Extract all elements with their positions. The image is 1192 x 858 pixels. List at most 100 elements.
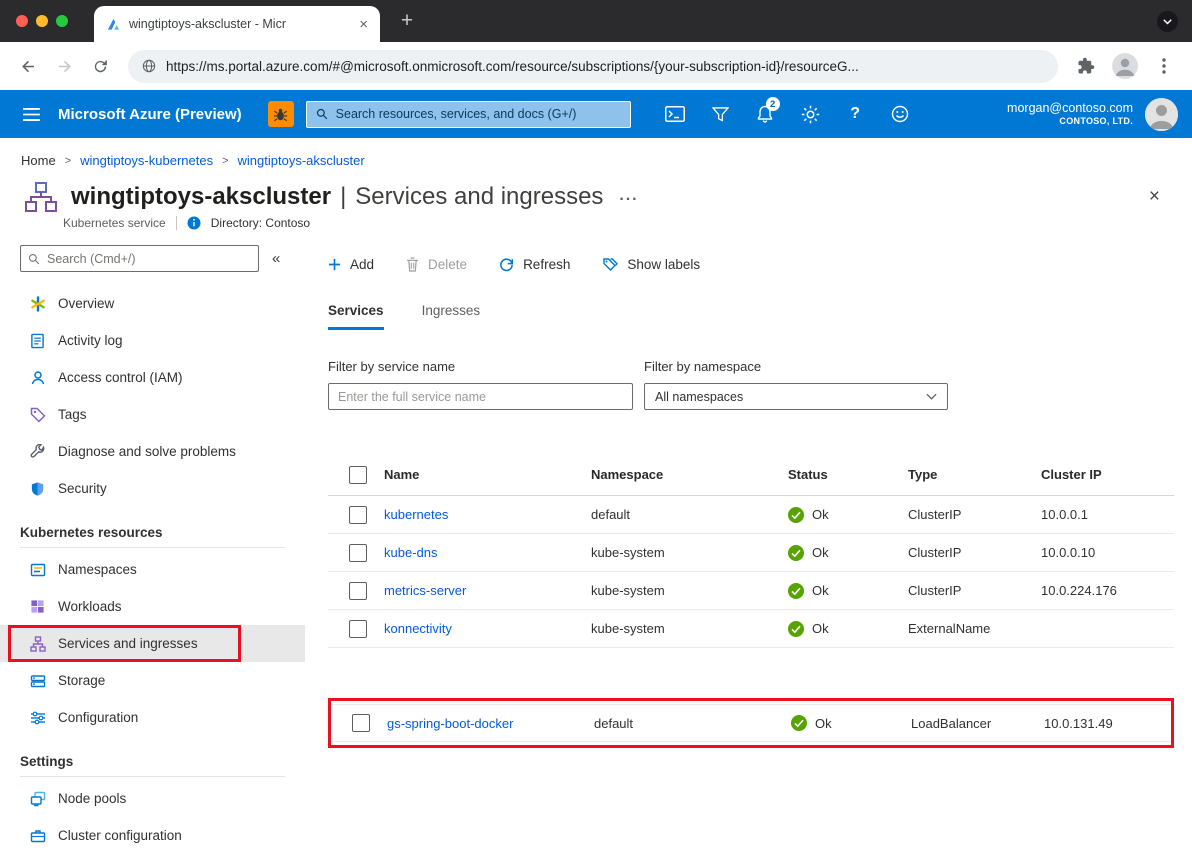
feedback-smiley-icon[interactable] — [878, 90, 923, 138]
status-label: Ok — [812, 545, 829, 560]
settings-gear-icon[interactable] — [788, 90, 833, 138]
info-icon[interactable] — [187, 216, 201, 230]
notifications-bell-icon[interactable]: 2 — [743, 90, 788, 138]
add-button[interactable]: Add — [328, 257, 374, 272]
sidebar-item-configuration[interactable]: Configuration — [0, 699, 305, 736]
select-all-checkbox[interactable] — [349, 466, 367, 484]
sidebar-collapse-button[interactable]: « — [272, 250, 280, 267]
sidebar-item-label: Access control (IAM) — [58, 370, 183, 385]
window-zoom-button[interactable] — [56, 15, 68, 27]
cloud-shell-icon[interactable] — [653, 90, 698, 138]
back-icon[interactable] — [12, 50, 44, 82]
row-checkbox[interactable] — [349, 620, 367, 638]
azure-search-bar[interactable] — [306, 101, 631, 128]
row-checkbox[interactable] — [349, 582, 367, 600]
namespace-dropdown[interactable]: All namespaces — [644, 383, 948, 410]
show-labels-button[interactable]: Show labels — [602, 257, 700, 273]
sidebar-section-kubernetes-resources: Kubernetes resources — [0, 507, 305, 547]
service-name-link[interactable]: kube-dns — [384, 545, 591, 560]
window-minimize-button[interactable] — [36, 15, 48, 27]
annotation-box-row: gs-spring-boot-docker default Ok LoadBal… — [328, 698, 1174, 748]
hamburger-menu-icon[interactable] — [14, 90, 48, 138]
sidebar-search-input[interactable] — [47, 252, 251, 266]
service-name-filter-input[interactable] — [328, 383, 633, 410]
blade-content: Add Delete Refresh Show labels — [305, 245, 1192, 854]
service-name-link[interactable]: kubernetes — [384, 507, 591, 522]
column-header-cluster-ip: Cluster IP — [1041, 467, 1174, 482]
title-overflow-menu[interactable]: ··· — [619, 185, 638, 209]
window-close-button[interactable] — [16, 15, 28, 27]
sidebar-item-activity-log[interactable]: Activity log — [0, 322, 305, 359]
sidebar-item-overview[interactable]: Overview — [0, 285, 305, 322]
browser-menu-chevron-icon[interactable] — [1157, 11, 1178, 32]
pivot-tabs: Services Ingresses — [328, 303, 1174, 330]
sidebar-item-namespaces[interactable]: Namespaces — [0, 551, 305, 588]
wrench-icon — [30, 444, 47, 460]
sidebar-item-label: Configuration — [58, 710, 138, 725]
tab-ingresses[interactable]: Ingresses — [422, 303, 481, 330]
account-avatar[interactable] — [1145, 98, 1178, 131]
breadcrumb-resource-group[interactable]: wingtiptoys-kubernetes — [80, 153, 213, 168]
delete-button[interactable]: Delete — [406, 257, 467, 272]
row-checkbox[interactable] — [349, 544, 367, 562]
azure-brand[interactable]: Microsoft Azure (Preview) — [58, 106, 242, 123]
tags-icon — [30, 407, 47, 423]
status-label: Ok — [815, 716, 832, 731]
sidebar-item-cluster-configuration[interactable]: Cluster configuration — [0, 817, 305, 854]
account-menu[interactable]: morgan@contoso.com CONTOSO, LTD. — [1007, 100, 1133, 128]
new-tab-button[interactable]: + — [394, 8, 420, 34]
status-cell: Ok — [788, 621, 908, 637]
labels-icon — [602, 257, 618, 273]
refresh-button[interactable]: Refresh — [499, 257, 570, 272]
extensions-puzzle-icon[interactable] — [1070, 50, 1102, 82]
breadcrumb-resource[interactable]: wingtiptoys-akscluster — [238, 153, 365, 168]
tab-services[interactable]: Services — [328, 303, 384, 330]
reload-icon[interactable] — [84, 50, 116, 82]
sidebar-item-label: Tags — [58, 407, 87, 422]
ok-status-icon — [788, 621, 804, 637]
forward-icon[interactable] — [48, 50, 80, 82]
sidebar-search-box[interactable] — [20, 245, 259, 272]
sidebar-item-label: Diagnose and solve problems — [58, 444, 236, 459]
sidebar-item-diagnose[interactable]: Diagnose and solve problems — [0, 433, 305, 470]
namespace-cell: default — [594, 716, 791, 731]
workloads-icon — [30, 599, 47, 614]
blade-close-icon[interactable]: × — [1149, 186, 1168, 208]
row-checkbox[interactable] — [349, 506, 367, 524]
configuration-sliders-icon — [30, 710, 47, 726]
sidebar-item-security[interactable]: Security — [0, 470, 305, 507]
column-header-type: Type — [908, 467, 1041, 482]
tab-close-icon[interactable]: × — [359, 17, 368, 32]
address-bar[interactable] — [128, 50, 1058, 83]
sidebar-item-access-control[interactable]: Access control (IAM) — [0, 359, 305, 396]
type-cell: LoadBalancer — [911, 716, 1044, 731]
url-input[interactable] — [166, 59, 1044, 74]
browser-profile-avatar[interactable] — [1112, 53, 1138, 79]
service-name-link[interactable]: gs-spring-boot-docker — [387, 716, 594, 731]
browser-kebab-menu-icon[interactable] — [1148, 50, 1180, 82]
azure-header: Microsoft Azure (Preview) 2 ? morgan@con… — [0, 90, 1192, 138]
sidebar-item-label: Storage — [58, 673, 105, 688]
breadcrumb-home[interactable]: Home — [21, 153, 56, 168]
kubernetes-service-icon — [24, 181, 58, 213]
azure-search-input[interactable] — [336, 107, 621, 121]
table-header-row: Name Namespace Status Type Cluster IP — [328, 454, 1174, 496]
sidebar-item-storage[interactable]: Storage — [0, 662, 305, 699]
sidebar-item-label: Security — [58, 481, 107, 496]
sidebar-item-node-pools[interactable]: Node pools — [0, 780, 305, 817]
preview-bug-icon[interactable] — [268, 101, 294, 127]
sidebar-item-workloads[interactable]: Workloads — [0, 588, 305, 625]
search-icon — [28, 253, 40, 265]
help-icon[interactable]: ? — [833, 90, 878, 138]
sidebar-item-label: Node pools — [58, 791, 126, 806]
row-checkbox[interactable] — [352, 714, 370, 732]
window-controls — [16, 15, 68, 27]
breadcrumb-separator: > — [222, 155, 228, 167]
ok-status-icon — [791, 715, 807, 731]
sidebar-item-tags[interactable]: Tags — [0, 396, 305, 433]
directory-filter-icon[interactable] — [698, 90, 743, 138]
service-name-link[interactable]: metrics-server — [384, 583, 591, 598]
browser-tab[interactable]: wingtiptoys-akscluster - Micr × — [94, 6, 380, 42]
service-name-link[interactable]: konnectivity — [384, 621, 591, 636]
sidebar-item-services-and-ingresses[interactable]: Services and ingresses — [0, 625, 305, 662]
